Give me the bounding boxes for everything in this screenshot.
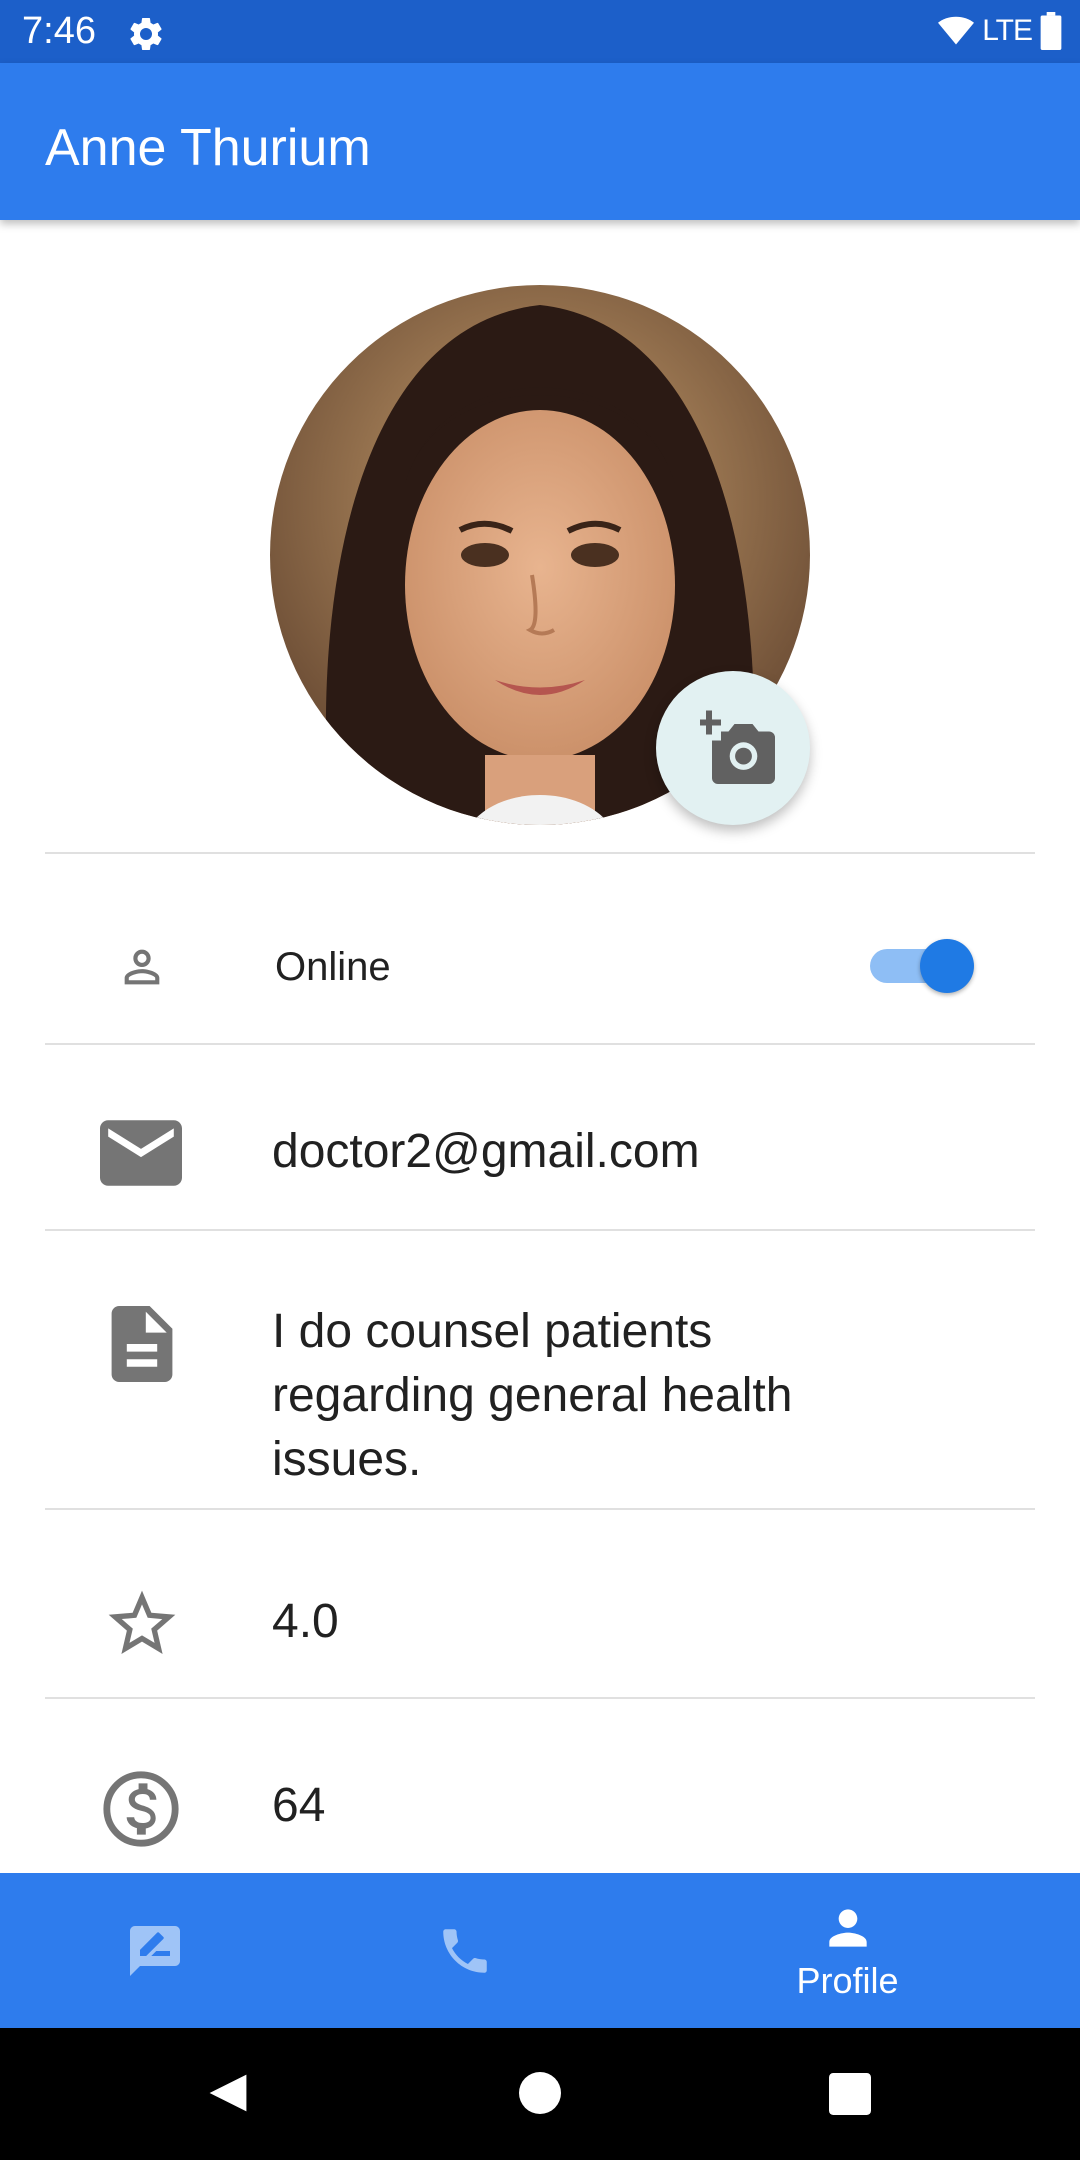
email-text: doctor2@gmail.com (272, 1125, 700, 1178)
nav-chat[interactable] (100, 1873, 210, 2028)
toggle-thumb (920, 939, 974, 993)
home-icon[interactable] (519, 2072, 561, 2114)
person-icon (828, 1908, 867, 1947)
wifi-icon (938, 16, 975, 45)
back-icon[interactable] (205, 2070, 251, 2116)
divider (45, 1697, 1035, 1699)
phone-icon (443, 1928, 487, 1973)
email-icon (100, 1120, 182, 1186)
app-bar: Anne Thurium (0, 63, 1080, 220)
profile-avatar-section (270, 285, 810, 825)
divider (45, 1508, 1035, 1510)
add-photo-icon (700, 710, 775, 784)
change-photo-button[interactable] (656, 671, 810, 825)
status-right-icons: LTE (938, 12, 1062, 50)
divider (45, 1229, 1035, 1231)
network-type: LTE (982, 14, 1033, 47)
system-navigation-bar (0, 2028, 1080, 2160)
fee-text: 64 (272, 1779, 326, 1832)
star-outline-icon (108, 1590, 176, 1654)
online-label: Online (275, 945, 391, 989)
status-time: 7:46 (22, 10, 96, 52)
chat-icon (130, 1925, 180, 1976)
bottom-navigation: Profile (0, 1873, 1080, 2028)
nav-profile-label: Profile (796, 1959, 899, 2001)
status-bar: 7:46 LTE (0, 0, 1080, 63)
recents-icon[interactable] (829, 2073, 871, 2115)
nav-profile[interactable]: Profile (760, 1873, 935, 2028)
dollar-circle-icon (103, 1771, 179, 1847)
online-toggle[interactable] (870, 937, 974, 993)
description-icon (111, 1306, 173, 1382)
nav-calls[interactable] (410, 1873, 520, 2028)
settings-gear-icon (130, 17, 162, 50)
divider (45, 1043, 1035, 1045)
rating-text: 4.0 (272, 1595, 339, 1648)
divider (45, 852, 1035, 854)
page-title: Anne Thurium (45, 119, 371, 177)
battery-icon (1040, 12, 1062, 50)
person-outline-icon (124, 949, 160, 985)
bio-text: I do counsel patients regarding general … (272, 1305, 793, 1486)
